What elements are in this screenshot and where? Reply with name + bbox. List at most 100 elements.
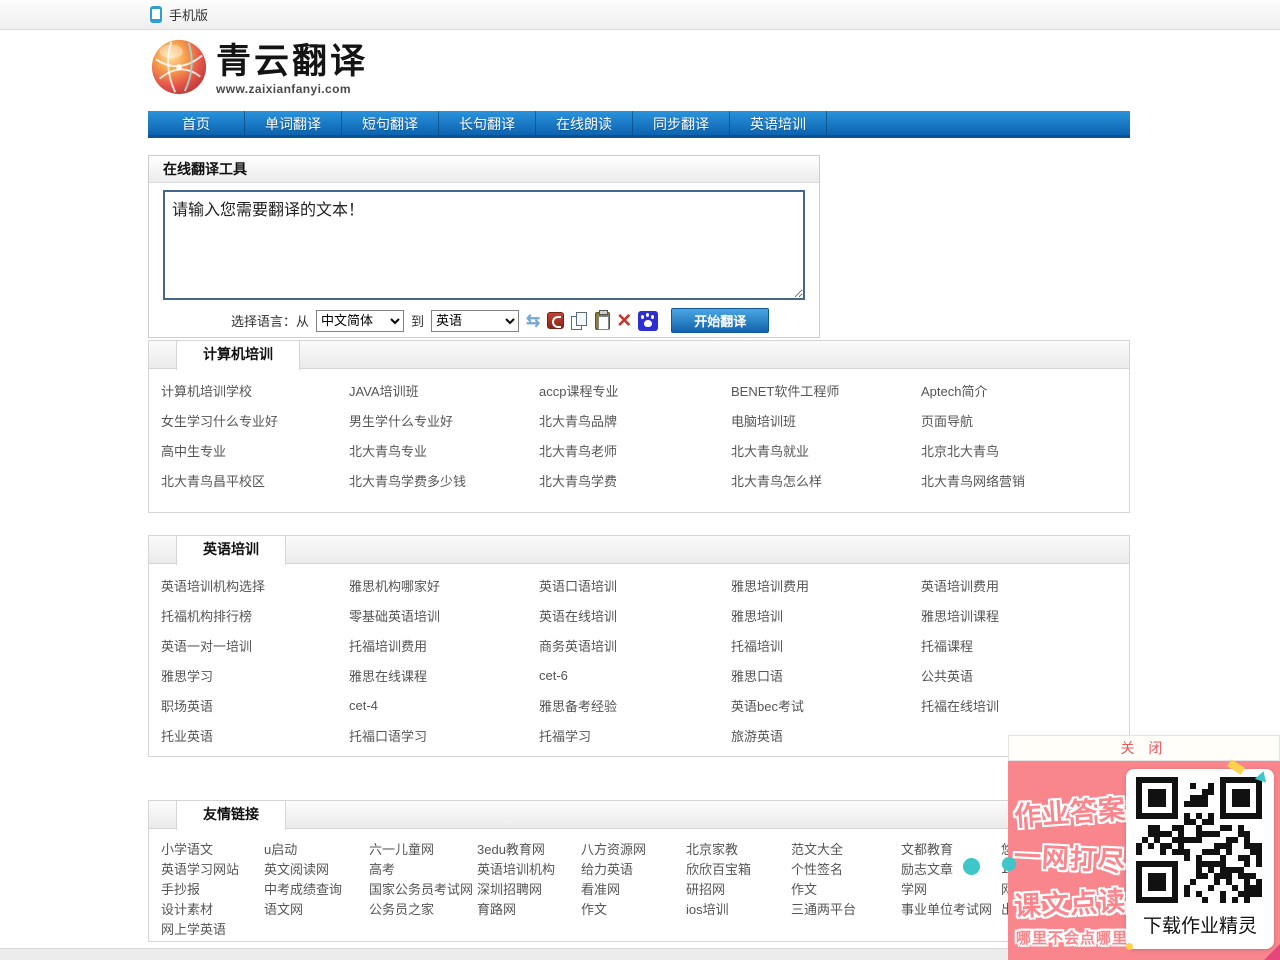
paste-icon[interactable] (595, 312, 610, 330)
section-link[interactable]: 英语学习网站 (161, 858, 264, 878)
section-link[interactable]: 英语培训机构选择 (161, 570, 349, 600)
dictionary-icon[interactable] (547, 312, 564, 329)
section-link[interactable]: 手抄报 (161, 878, 264, 898)
section-link[interactable]: 旅游英语 (731, 720, 921, 750)
section-link[interactable]: 托福课程 (921, 630, 1129, 660)
nav-tab-6[interactable]: 同步翻译 (633, 111, 730, 135)
section-link[interactable]: 小学语文 (161, 838, 264, 858)
section-link[interactable]: 高中生专业 (161, 435, 349, 465)
swap-languages-icon[interactable]: ⇆ (526, 313, 540, 329)
section-link[interactable]: 雅思备考经验 (539, 690, 731, 720)
copy-icon[interactable] (571, 312, 588, 330)
section-link[interactable]: 公共英语 (921, 660, 1129, 690)
section-link[interactable]: 网上学英语 (161, 918, 264, 938)
section-link[interactable]: 六一儿童网 (369, 838, 477, 858)
section-link[interactable]: 中考成绩查询 (264, 878, 369, 898)
section-link[interactable]: 雅思培训费用 (731, 570, 921, 600)
section-link[interactable]: 雅思培训课程 (921, 600, 1129, 630)
mobile-version-link[interactable]: 手机版 (169, 5, 208, 24)
section-link[interactable]: 计算机培训学校 (161, 375, 349, 405)
section-link[interactable]: 托业英语 (161, 720, 349, 750)
section-link[interactable]: 公务员之家 (369, 898, 477, 918)
section-link[interactable]: 雅思在线课程 (349, 660, 539, 690)
section-link[interactable]: 电脑培训班 (731, 405, 921, 435)
section-link[interactable]: 北大青鸟学费多少钱 (349, 465, 539, 495)
section-link[interactable]: 北大青鸟昌平校区 (161, 465, 349, 495)
section-link[interactable]: 作文 (791, 878, 901, 898)
section-link[interactable]: 语文网 (264, 898, 369, 918)
translate-input[interactable] (163, 190, 805, 300)
section-link[interactable]: 商务英语培训 (539, 630, 731, 660)
section-link[interactable]: 女生学习什么专业好 (161, 405, 349, 435)
section-link[interactable]: JAVA培训班 (349, 375, 539, 405)
section-link[interactable]: 英语培训费用 (921, 570, 1129, 600)
section-link[interactable]: 男生学什么专业好 (349, 405, 539, 435)
section-link[interactable]: 学网 (901, 878, 1001, 898)
source-language-select[interactable]: 中文简体 (316, 310, 404, 332)
section-link[interactable]: 页面导航 (921, 405, 1129, 435)
section-link[interactable]: 北大青鸟就业 (731, 435, 921, 465)
section-link[interactable]: ios培训 (686, 898, 791, 918)
section-link[interactable]: 研招网 (686, 878, 791, 898)
section-link[interactable]: 托福机构排行榜 (161, 600, 349, 630)
nav-tab-7[interactable]: 英语培训 (730, 111, 827, 135)
section-link[interactable]: 深圳招聘网 (477, 878, 581, 898)
section-link[interactable]: 八方资源网 (581, 838, 686, 858)
nav-tab-3[interactable]: 短句翻译 (342, 111, 439, 135)
section-link[interactable]: 北大青鸟网络营销 (921, 465, 1129, 495)
section-link[interactable]: 雅思口语 (731, 660, 921, 690)
section-link[interactable]: 北大青鸟学费 (539, 465, 731, 495)
section-link[interactable]: 三通两平台 (791, 898, 901, 918)
section-link[interactable]: 欣欣百宝箱 (686, 858, 791, 878)
section-link[interactable]: 英语培训机构 (477, 858, 581, 878)
section-link[interactable]: 雅思机构哪家好 (349, 570, 539, 600)
section-link[interactable]: 英语bec考试 (731, 690, 921, 720)
popup-close-button[interactable]: 关 闭 (1008, 735, 1280, 761)
section-link[interactable]: 北京家教 (686, 838, 791, 858)
section-link[interactable]: 北大青鸟品牌 (539, 405, 731, 435)
section-link[interactable]: 设计素材 (161, 898, 264, 918)
section-link[interactable]: 高考 (369, 858, 477, 878)
section-link[interactable]: 北京北大青鸟 (921, 435, 1129, 465)
section-link[interactable]: 英语口语培训 (539, 570, 731, 600)
qr-card[interactable]: 下载作业精灵 (1126, 769, 1274, 949)
nav-tab-5[interactable]: 在线朗读 (536, 111, 633, 135)
section-link[interactable]: 英文阅读网 (264, 858, 369, 878)
nav-tab-2[interactable]: 单词翻译 (245, 111, 342, 135)
section-link[interactable]: 3edu教育网 (477, 838, 581, 858)
section-link[interactable]: 个性签名 (791, 858, 901, 878)
section-link[interactable]: 托福在线培训 (921, 690, 1129, 720)
section-link[interactable]: 国家公务员考试网 (369, 878, 477, 898)
section-link[interactable]: 北大青鸟老师 (539, 435, 731, 465)
section-link[interactable]: 零基础英语培训 (349, 600, 539, 630)
section-link[interactable]: u启动 (264, 838, 369, 858)
section-link[interactable]: 给力英语 (581, 858, 686, 878)
section-link[interactable]: cet-4 (349, 690, 539, 720)
section-link[interactable]: 看准网 (581, 878, 686, 898)
section-link[interactable]: 托福学习 (539, 720, 731, 750)
section-link[interactable]: 雅思学习 (161, 660, 349, 690)
site-title[interactable]: 青云翻译 (216, 44, 368, 80)
section-link[interactable]: Aptech简介 (921, 375, 1129, 405)
section-link[interactable]: 励志文章 (901, 858, 1001, 878)
section-link[interactable]: 范文大全 (791, 838, 901, 858)
target-language-select[interactable]: 英语 (431, 310, 519, 332)
section-link[interactable]: BENET软件工程师 (731, 375, 921, 405)
nav-tab-1[interactable]: 首页 (148, 111, 245, 135)
section-link[interactable]: 英语在线培训 (539, 600, 731, 630)
clear-icon[interactable]: × (617, 313, 631, 329)
section-link[interactable]: 作文 (581, 898, 686, 918)
section-link[interactable]: 托福培训 (731, 630, 921, 660)
section-link[interactable]: 托福口语学习 (349, 720, 539, 750)
section-link[interactable]: 托福培训费用 (349, 630, 539, 660)
section-link[interactable]: 育路网 (477, 898, 581, 918)
section-link[interactable]: 雅思培训 (731, 600, 921, 630)
section-link[interactable]: 北大青鸟怎么样 (731, 465, 921, 495)
section-link[interactable]: 英语一对一培训 (161, 630, 349, 660)
section-link[interactable]: 文都教育 (901, 838, 1001, 858)
section-link[interactable]: 职场英语 (161, 690, 349, 720)
baidu-paw-icon[interactable] (638, 311, 658, 331)
site-logo-globe-icon[interactable] (150, 38, 208, 96)
promo-popup-body[interactable]: 作业答案 一网打尽 课文点读 哪里不会点哪里 下载作业精灵 (1008, 761, 1280, 960)
nav-tab-4[interactable]: 长句翻译 (439, 111, 536, 135)
